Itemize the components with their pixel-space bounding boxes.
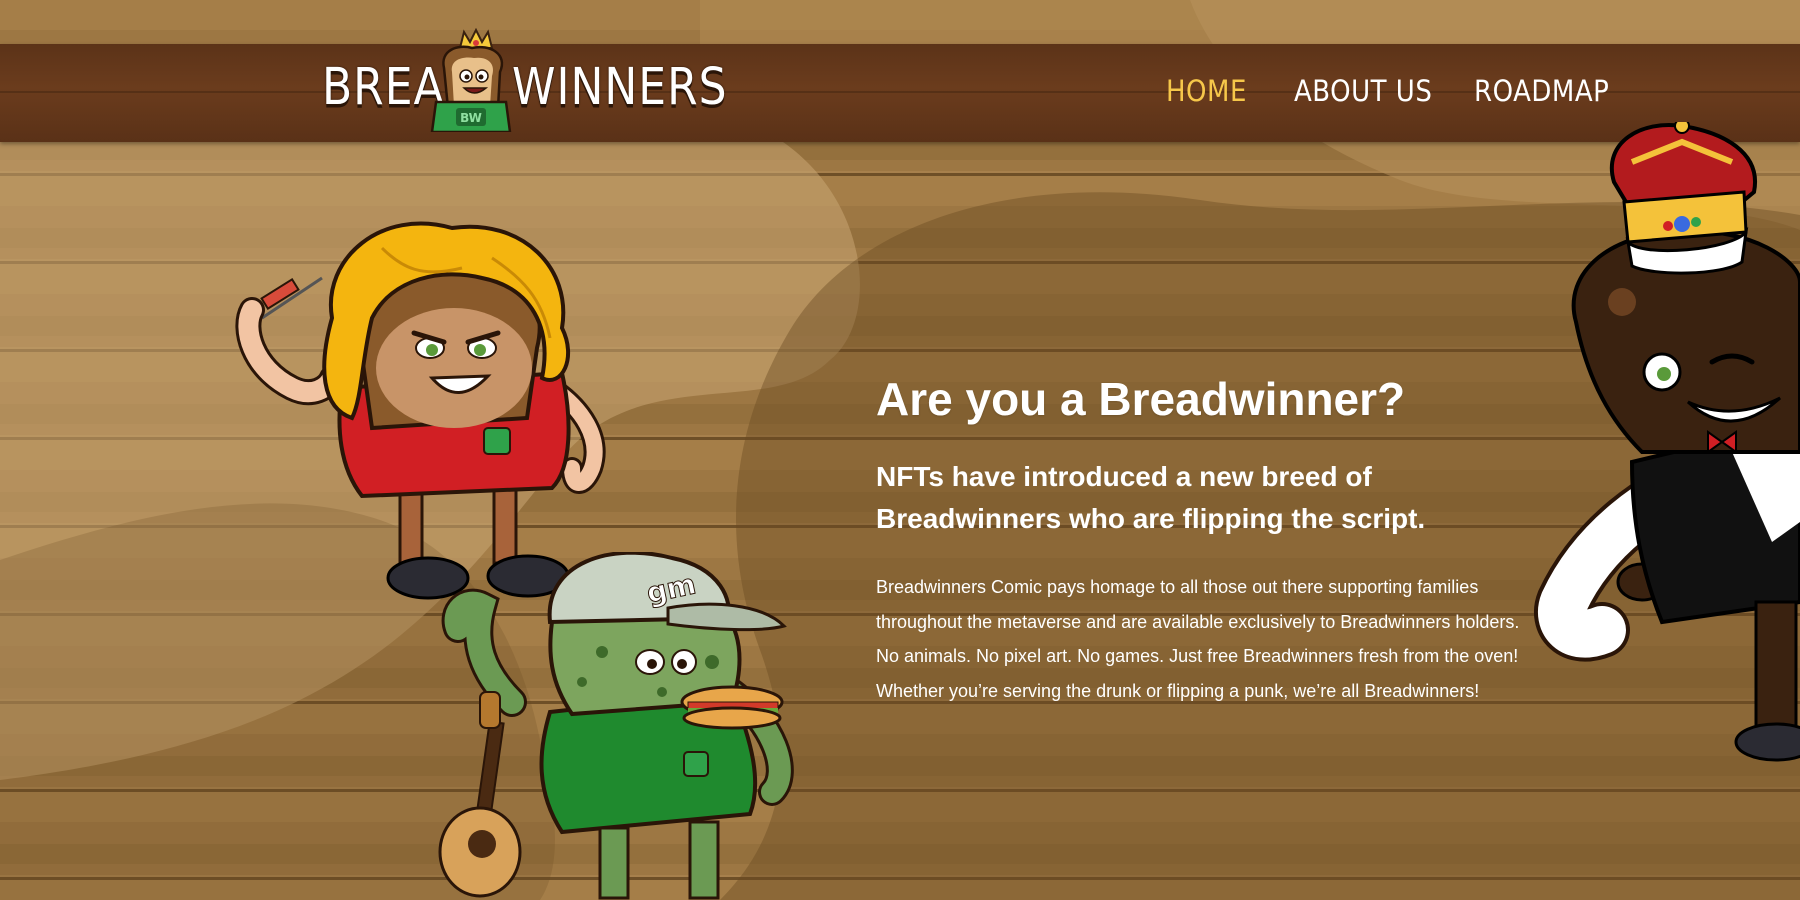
logo-word-winners: WINNERS bbox=[512, 58, 728, 117]
breadwinners-logo[interactable]: BREAD WINNERS BW bbox=[322, 28, 727, 136]
hero-subtitle: NFTs have introduced a new breed of Brea… bbox=[876, 461, 1426, 534]
page-stage: BREAD WINNERS BW HOME ABOUT US ROADMAP g… bbox=[0, 0, 1800, 900]
hero-section: Are you a Breadwinner? NFTs have introdu… bbox=[876, 370, 1596, 708]
crown-icon bbox=[1610, 122, 1758, 275]
green-zombie-character-illustration: gm bbox=[438, 552, 794, 900]
logo-badge-text: BW bbox=[460, 111, 482, 125]
blonde-toast-character-illustration bbox=[235, 221, 606, 600]
hero-body-line: Breadwinners Comic pays homage to all th… bbox=[876, 577, 1479, 597]
guitar-icon bbox=[438, 691, 522, 898]
hero-title: Are you a Breadwinner? bbox=[876, 373, 1406, 425]
logo-mascot-icon: BW bbox=[430, 28, 512, 132]
sandwich-icon bbox=[680, 685, 784, 730]
nav-home-link[interactable]: HOME bbox=[1166, 75, 1247, 109]
hero-body-line: Whether you’re serving the drunk or flip… bbox=[876, 680, 1480, 701]
nav-roadmap-link[interactable]: ROADMAP bbox=[1474, 75, 1609, 109]
hero-body-line: throughout the metaverse and are availab… bbox=[876, 611, 1520, 632]
hero-body: Breadwinners Comic pays homage to all th… bbox=[876, 570, 1596, 708]
nav-about-us-link[interactable]: ABOUT US bbox=[1294, 75, 1432, 109]
hero-body-line: No animals. No pixel art. No games. Just… bbox=[876, 646, 1519, 666]
